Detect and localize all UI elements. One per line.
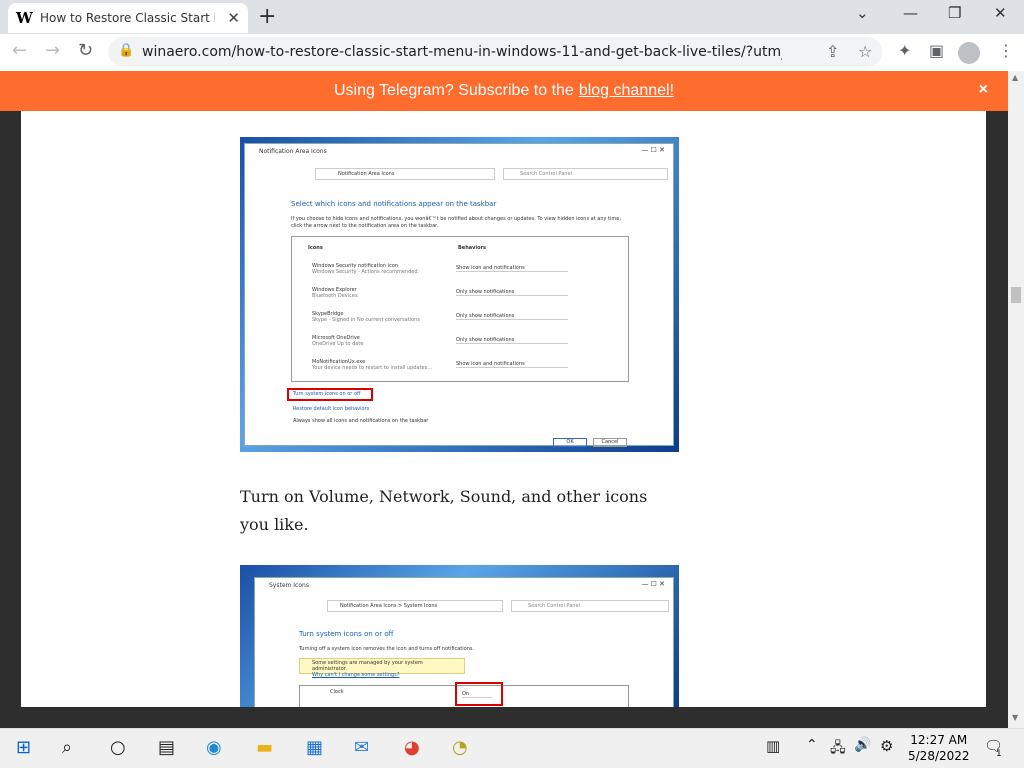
table-row: MoNotificationUx.exe Your device needs to… [312,359,432,371]
restore-button[interactable]: ❐ [948,4,961,22]
bookmark-star-icon[interactable]: ☆ [858,42,872,61]
side-panel-icon[interactable]: ▣ [929,41,944,60]
telegram-banner: Using Telegram? Subscribe to the blog ch… [0,71,1008,111]
browser-tab[interactable]: W How to Restore Classic Start Men ✕ [8,3,248,33]
dialog-controls-icon: — ☐ ✕ [641,580,665,588]
windows-taskbar: ⊞ ⌕ ○ ▤ ◉ ▬ ▦ ✉ ◕ ◔ ▥ ⌃ 🖧 🔊 ⚙ 12:27 AM 5… [0,728,1024,768]
forward-button[interactable]: → [45,40,60,61]
scroll-up-icon[interactable]: ▲ [1012,73,1018,82]
search-icon[interactable]: ⌕ [62,737,72,758]
icons-table: Icons Behaviors Windows Security notific… [291,236,629,382]
scrollbar-thumb[interactable] [1011,287,1021,303]
restore-defaults-link[interactable]: Restore default icon behaviors [293,406,369,412]
system-icons-link[interactable]: Turn system icons on or off [293,391,360,397]
network-icon[interactable]: 🖧 [830,737,846,761]
behavior-select[interactable]: Only show notifications [456,313,568,320]
scroll-down-icon[interactable]: ▼ [1012,713,1018,722]
dialog-search: Search Control Panel [511,600,669,612]
minimize-button[interactable]: — [903,4,918,22]
admin-notice: Some settings are managed by your system… [299,658,465,678]
col-behaviors: Behaviors [458,245,486,251]
table-row: Windows Explorer Bluetooth Devices [312,287,358,299]
reload-button[interactable]: ↻ [78,40,93,61]
col-icons: Icons [308,245,323,251]
url-text[interactable]: winaero.com/how-to-restore-classic-start… [142,44,782,60]
banner-text: Using Telegram? Subscribe to the [333,82,574,99]
clock-time: 12:27 AM [910,733,968,747]
dialog-title: System Icons [269,582,309,589]
cancel-button[interactable]: Cancel [593,438,627,447]
article-paragraph: Turn on Volume, Network, Sound, and othe… [240,487,648,534]
page-scrollbar[interactable]: ▲ ▼ [1008,71,1024,728]
dialog-address: Notification Area Icons > System Icons [327,600,503,612]
behavior-select[interactable]: Only show notifications [456,289,568,296]
table-row: Clock [330,689,344,695]
dialog-window: Notification Area Icons — ☐ ✕ Notificati… [244,143,674,447]
tab-title: How to Restore Classic Start Men [40,11,215,25]
edge-icon[interactable]: ◉ [206,737,222,758]
clock-date: 5/28/2022 [908,749,970,763]
table-row: SkypeBridge Skype - Signed in No current … [312,311,420,323]
article-content: Notification Area Icons — ☐ ✕ Notificati… [21,111,986,707]
settings-gear-icon[interactable]: ⚙ [880,737,893,755]
dialog-heading: Select which icons and notifications app… [291,200,497,208]
browser-toolbar: ← → ↻ 🔒 winaero.com/how-to-restore-class… [0,34,1024,71]
extensions-icon[interactable]: ✦ [898,41,911,60]
close-tab-icon[interactable]: ✕ [227,9,240,27]
clock-select[interactable]: On [462,691,492,698]
behavior-select[interactable]: Only show notifications [456,337,568,344]
tab-search-icon[interactable]: ⌄ [856,4,869,22]
banner-close-icon[interactable]: × [979,81,988,99]
browser-chrome: W How to Restore Classic Start Men ✕ + ⌄… [0,0,1024,71]
address-bar[interactable]: 🔒 winaero.com/how-to-restore-classic-sta… [108,37,882,67]
behavior-select[interactable]: Show icon and notifications [456,361,568,368]
dialog-description: Turning off a system icon removes the ic… [299,646,475,652]
dialog-controls-icon: — ☐ ✕ [641,146,665,154]
task-view-icon[interactable]: ▤ [158,737,175,758]
dialog-search: Search Control Panel [503,168,668,180]
file-explorer-icon[interactable]: ▬ [256,737,273,758]
chrome-canary-icon[interactable]: ◔ [452,737,468,758]
ok-button[interactable]: OK [553,438,587,447]
dialog-heading: Turn system icons on or off [299,630,394,638]
system-icons-table: Clock On [299,682,629,707]
chrome-icon[interactable]: ◕ [404,737,420,758]
close-window-button[interactable]: ✕ [994,4,1007,22]
screenshot-notification-area-icons[interactable]: Notification Area Icons — ☐ ✕ Notificati… [240,137,679,452]
table-row: Microsoft OneDrive OneDrive Up to date [312,335,364,347]
lock-icon[interactable]: 🔒 [118,43,134,58]
show-hidden-icons-icon[interactable]: ⌃ [806,737,818,753]
menu-icon[interactable]: ⋮ [998,41,1014,60]
start-windows-icon[interactable]: ⊞ [16,737,31,758]
winaero-favicon: W [16,9,33,27]
mail-icon[interactable]: ✉ [354,737,369,758]
volume-icon[interactable]: 🔊 [854,737,871,753]
dialog-title: Notification Area Icons [259,148,327,155]
dialog-address: Notification Area Icons [315,168,495,180]
dialog-description: If you choose to hide icons and notifica… [291,216,621,229]
back-button[interactable]: ← [12,40,27,61]
behavior-select[interactable]: Show icon and notifications [456,265,568,272]
table-row: Windows Security notification icon Window… [312,263,420,275]
notification-count-badge: 1 [996,749,1002,759]
system-clock[interactable]: 12:27 AM 5/28/2022 [908,732,970,764]
share-icon[interactable]: ⇪ [826,42,839,61]
new-tab-button[interactable]: + [258,4,276,29]
blog-channel-link[interactable]: blog channel! [579,82,674,100]
screenshot-system-icons[interactable]: System Icons — ☐ ✕ Notification Area Ico… [240,565,679,707]
dialog-window: System Icons — ☐ ✕ Notification Area Ico… [254,577,674,707]
always-show-checkbox[interactable]: Always show all icons and notifications … [293,418,428,424]
news-icon[interactable]: ▥ [766,737,780,755]
profile-avatar[interactable] [958,42,980,64]
store-icon[interactable]: ▦ [306,737,323,758]
cortana-icon[interactable]: ○ [110,737,126,758]
